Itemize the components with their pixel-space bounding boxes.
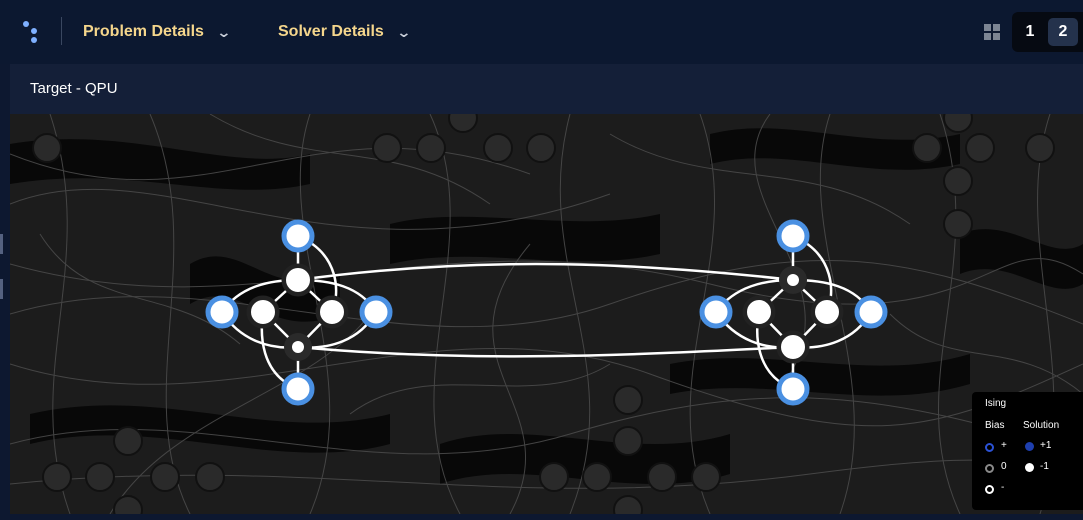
top-bar: Problem Details ⌄ Solver Details ⌄ 1 2 (0, 0, 1083, 65)
layout-grid-icon[interactable] (984, 24, 1000, 40)
solution-minus-icon (1025, 463, 1034, 472)
solver-details-label: Solver Details (278, 23, 384, 40)
qpu-graph[interactable] (10, 114, 1083, 514)
header-divider (61, 17, 62, 45)
qubit-node (776, 372, 810, 406)
page-switcher: 1 2 (1012, 12, 1083, 52)
problem-details-label: Problem Details (83, 23, 204, 40)
bias-zero-icon (985, 464, 994, 473)
panel-header: Target - QPU (10, 64, 1083, 114)
panel-title: Target - QPU (30, 80, 118, 97)
bottom-edge (0, 514, 1083, 520)
left-edge (0, 64, 10, 520)
ising-legend: Ising Bias Solution + 0 - +1 -1 (972, 392, 1083, 510)
solution-plus-label: +1 (1040, 440, 1052, 451)
qubit-node (359, 295, 393, 329)
bias-plus-label: + (1001, 440, 1007, 451)
app-logo-icon[interactable] (20, 18, 44, 46)
qubit-node (281, 372, 315, 406)
qubit-node (281, 219, 315, 253)
chevron-down-icon: ⌄ (396, 23, 412, 40)
solution-plus-icon (1025, 442, 1034, 451)
qubit-node (699, 295, 733, 329)
chevron-down-icon: ⌄ (216, 23, 232, 40)
qubit-node (776, 219, 810, 253)
legend-title: Ising (985, 398, 1007, 409)
bias-zero-label: 0 (1001, 461, 1007, 472)
legend-bias-header: Bias (985, 420, 1005, 431)
problem-details-menu[interactable]: Problem Details ⌄ (83, 20, 232, 44)
legend-solution-header: Solution (1023, 420, 1060, 431)
bias-minus-icon (985, 485, 994, 494)
bias-minus-label: - (1001, 482, 1005, 493)
solver-details-menu[interactable]: Solver Details ⌄ (278, 20, 412, 44)
page-1-button[interactable]: 1 (1015, 18, 1045, 46)
page-2-button[interactable]: 2 (1048, 18, 1078, 46)
qpu-graph-canvas[interactable] (10, 114, 1083, 514)
qubit-node (205, 295, 239, 329)
qubit-node (854, 295, 888, 329)
bias-plus-icon (985, 443, 994, 452)
solution-minus-label: -1 (1040, 461, 1049, 472)
